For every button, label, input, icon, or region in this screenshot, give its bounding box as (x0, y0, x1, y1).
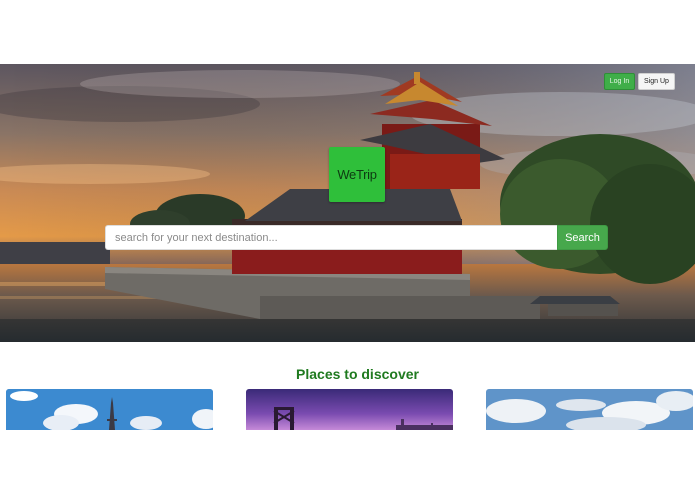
search-bar: Search (105, 225, 608, 250)
wetrip-logo[interactable]: WeTrip (329, 147, 385, 202)
search-button[interactable]: Search (557, 225, 608, 250)
place-card-bridge[interactable] (246, 389, 453, 430)
destination-search-input[interactable] (105, 225, 557, 250)
hero-banner (0, 64, 695, 342)
login-button[interactable]: Log In (604, 73, 635, 90)
hero-background-image (0, 64, 695, 342)
places-section-title: Places to discover (296, 366, 419, 382)
paris-eiffel-tower-image (6, 389, 213, 430)
auth-buttons: Log In Sign Up (604, 73, 675, 90)
signup-button[interactable]: Sign Up (638, 73, 675, 90)
place-card-paris[interactable] (6, 389, 213, 430)
bridge-night-skyline-image (246, 389, 453, 430)
place-card-sky[interactable] (486, 389, 693, 430)
cloudy-sky-landscape-image (486, 389, 693, 430)
